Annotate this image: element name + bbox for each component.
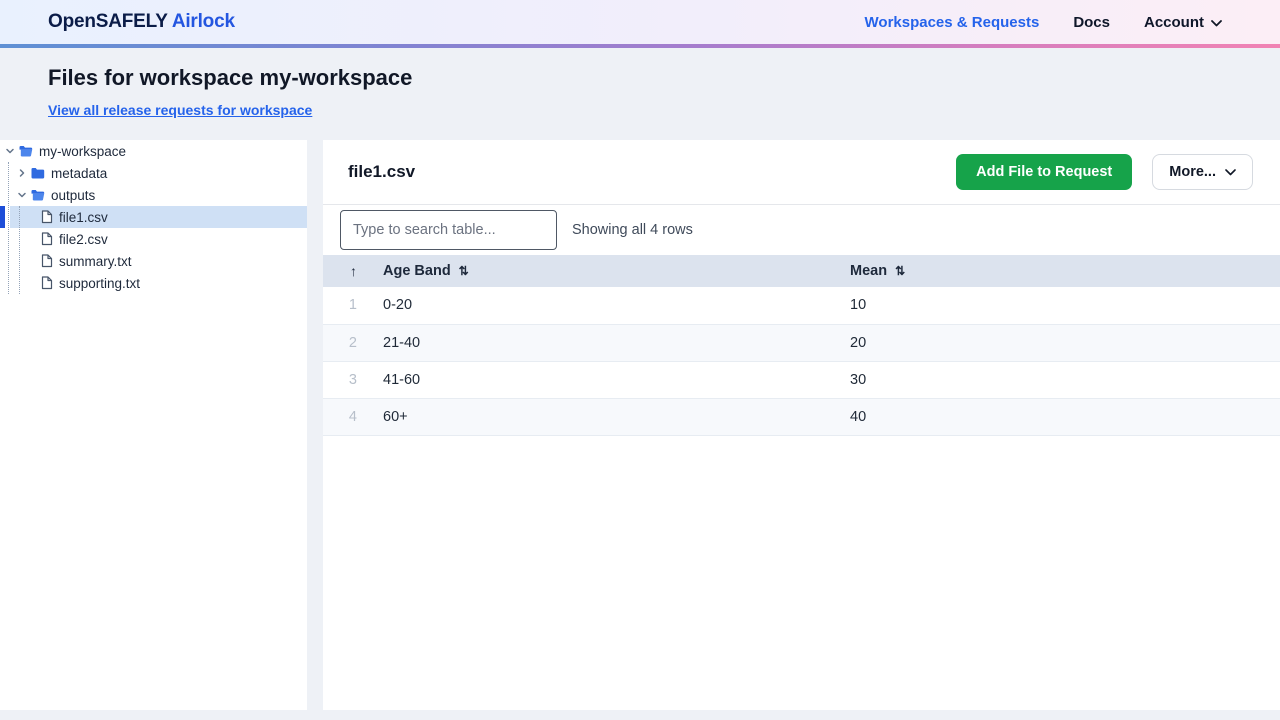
tree-item-label: file1.csv — [59, 209, 108, 225]
tree-item-file2-csv[interactable]: file2.csv — [0, 228, 307, 250]
csv-data-table: ↑ Age Band ⇅ Mean ⇅ 1 0-20 10 2 21-40 20 3 — [323, 255, 1280, 436]
table-row: 3 41-60 30 — [323, 361, 1280, 399]
mean-cell: 40 — [833, 398, 1280, 436]
table-row: 2 21-40 20 — [323, 324, 1280, 362]
add-file-to-request-button[interactable]: Add File to Request — [956, 154, 1133, 190]
tree-item-metadata[interactable]: metadata — [0, 162, 307, 184]
brand-primary: OpenSAFELY — [48, 11, 168, 32]
table-row: 4 60+ 40 — [323, 398, 1280, 436]
folder-open-icon — [19, 145, 33, 157]
file-icon — [41, 276, 53, 290]
age-band-cell: 0-20 — [366, 287, 833, 325]
column-header-label: Mean — [850, 263, 888, 279]
column-header-age-band[interactable]: Age Band ⇅ — [366, 255, 833, 287]
file-icon — [41, 210, 53, 224]
mean-cell: 10 — [833, 287, 1280, 325]
chevron-right-icon[interactable] — [15, 168, 28, 178]
tree-item-label: outputs — [51, 187, 96, 203]
tree-guide-line — [8, 162, 9, 294]
more-button[interactable]: More... — [1152, 154, 1253, 190]
page-title: Files for workspace my-workspace — [48, 65, 413, 90]
tree-item-label: my-workspace — [39, 143, 127, 159]
row-number-cell: 4 — [323, 398, 366, 436]
age-band-cell: 60+ — [366, 398, 833, 436]
chevron-down-icon[interactable] — [3, 146, 16, 156]
row-number-header[interactable]: ↑ — [323, 255, 366, 287]
tree-item-summary-txt[interactable]: summary.txt — [0, 250, 307, 272]
file-icon — [41, 254, 53, 268]
sidebar-file-tree: my-workspace metadata outputs file1.csv … — [0, 140, 307, 710]
tree-guide-line — [19, 206, 20, 294]
sort-ascending-icon: ↑ — [350, 262, 357, 279]
nav-link-docs[interactable]: Docs — [1073, 14, 1110, 31]
folder-open-icon — [31, 189, 45, 201]
tree: my-workspace metadata outputs file1.csv … — [0, 140, 307, 294]
table-header-row: ↑ Age Band ⇅ Mean ⇅ — [323, 255, 1280, 287]
row-number-cell: 1 — [323, 287, 366, 325]
brand-secondary: Airlock — [171, 11, 235, 32]
tree-item-supporting-txt[interactable]: supporting.txt — [0, 272, 307, 294]
column-header-label: Age Band — [383, 263, 451, 279]
mean-cell: 30 — [833, 361, 1280, 399]
file-icon — [41, 232, 53, 246]
nav-link-workspaces[interactable]: Workspaces & Requests — [865, 14, 1040, 31]
tree-item-label: supporting.txt — [59, 275, 141, 291]
chevron-down-icon[interactable] — [15, 190, 28, 200]
chevron-down-icon — [1225, 164, 1236, 180]
file-title: file1.csv — [348, 162, 416, 181]
content-area: my-workspace metadata outputs file1.csv … — [0, 140, 1280, 710]
column-header-mean[interactable]: Mean ⇅ — [833, 255, 1280, 287]
view-release-requests-link[interactable]: View all release requests for workspace — [48, 102, 312, 118]
row-number-cell: 2 — [323, 324, 366, 362]
mean-cell: 20 — [833, 324, 1280, 362]
navbar: OpenSAFELY Airlock Workspaces & Requests… — [0, 0, 1280, 44]
chevron-down-icon — [1211, 14, 1222, 31]
brand-logo[interactable]: OpenSAFELY Airlock — [48, 11, 235, 33]
table-row: 1 0-20 10 — [323, 287, 1280, 325]
tree-item-label: file2.csv — [59, 231, 108, 247]
age-band-cell: 21-40 — [366, 324, 833, 362]
nav-link-account[interactable]: Account — [1144, 14, 1222, 31]
tree-item-outputs[interactable]: outputs — [0, 184, 307, 206]
more-button-label: More... — [1169, 164, 1216, 180]
folder-closed-icon — [31, 167, 45, 179]
sort-icon[interactable]: ⇅ — [895, 264, 905, 278]
file-viewer-panel: file1.csv Add File to Request More... Sh… — [323, 140, 1280, 710]
account-label: Account — [1144, 13, 1204, 31]
age-band-cell: 41-60 — [366, 361, 833, 399]
tree-item-my-workspace[interactable]: my-workspace — [0, 140, 307, 162]
file-header: file1.csv Add File to Request More... — [323, 140, 1280, 205]
nav-links: Workspaces & Requests Docs Account — [865, 14, 1222, 31]
tree-item-label: summary.txt — [59, 253, 132, 269]
page-header: Files for workspace my-workspace View al… — [0, 48, 1280, 120]
search-input[interactable] — [340, 210, 557, 250]
rows-status: Showing all 4 rows — [572, 222, 693, 238]
sort-icon[interactable]: ⇅ — [459, 264, 469, 278]
table-toolbar: Showing all 4 rows — [323, 205, 1280, 255]
tree-item-file1-csv[interactable]: file1.csv — [0, 206, 307, 228]
row-number-cell: 3 — [323, 361, 366, 399]
tree-item-label: metadata — [51, 165, 108, 181]
